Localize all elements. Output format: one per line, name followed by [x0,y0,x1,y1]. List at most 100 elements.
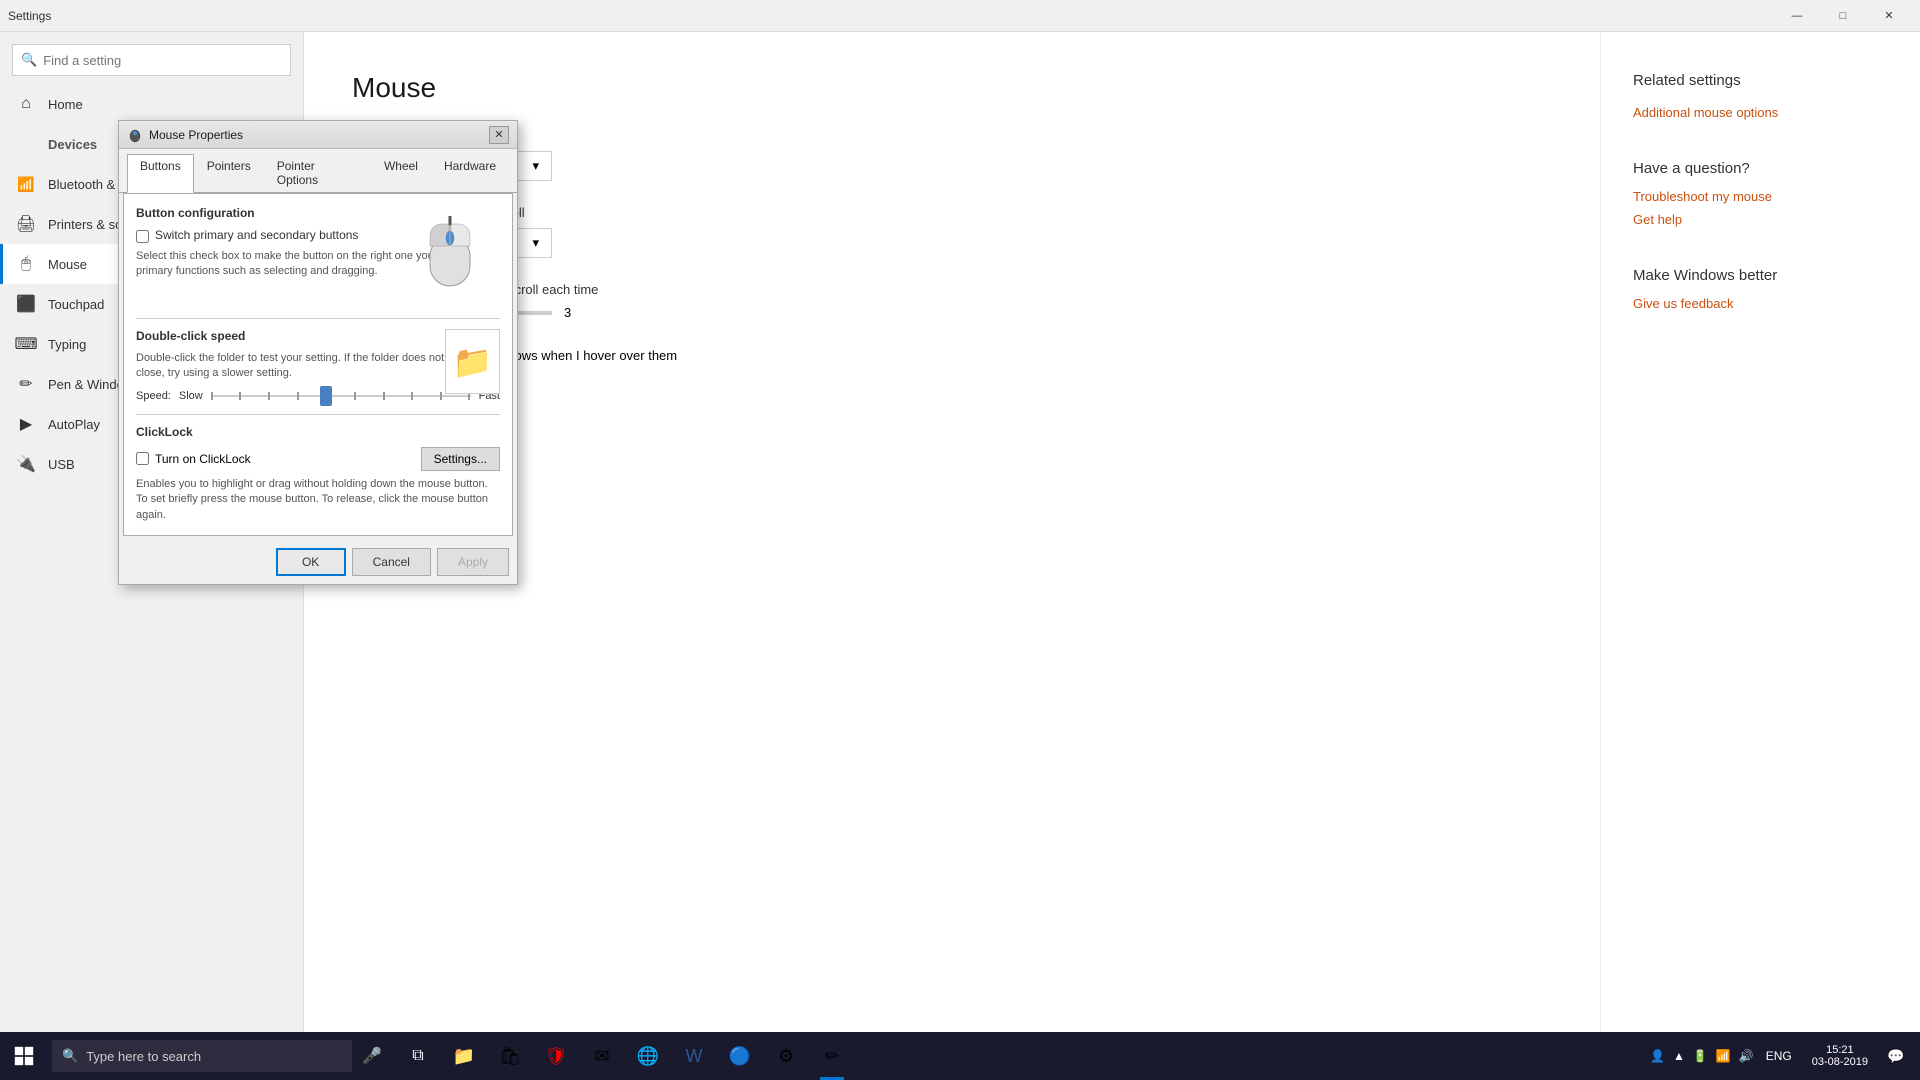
dialog-close-button[interactable]: ✕ [489,126,509,144]
sidebar-item-label: Typing [48,337,86,352]
folder-icon: 📁 [453,343,493,381]
battery-icon: 🔋 [1693,1049,1708,1063]
task-view-icon: ⧉ [412,1047,423,1065]
file-explorer-icon: 📁 [453,1046,475,1067]
stylus-button[interactable]: ✏ [810,1032,854,1080]
dialog-titlebar: Mouse Properties ✕ [119,121,517,149]
make-better-title: Make Windows better [1633,267,1888,284]
usb-icon: 🔌 [16,454,36,474]
bluetooth-icon: 📶 [16,174,36,194]
taskbar: 🔍 Type here to search 🎤 ⧉ 📁 🛍 🛡 ✉ 🌐 W 🔵 [0,1032,1920,1080]
clicklock-check: Turn on ClickLock [136,452,251,466]
dialog-title: Mouse Properties [149,128,489,142]
microphone-icon: 🎤 [362,1046,382,1066]
store-icon: 🛍 [499,1046,522,1067]
word-button[interactable]: W [672,1032,716,1080]
stylus-icon: ✏ [824,1046,839,1067]
tab-hardware[interactable]: Hardware [431,154,509,193]
file-explorer-button[interactable]: 📁 [442,1032,486,1080]
touchpad-icon: ⬛ [16,294,36,314]
microphone-button[interactable]: 🎤 [356,1040,388,1072]
close-button[interactable]: ✕ [1866,0,1912,32]
mail-icon: ✉ [594,1046,609,1067]
clock[interactable]: 15:21 03-08-2019 [1804,1044,1876,1068]
notification-center-button[interactable]: 💬 [1880,1032,1912,1080]
task-view-button[interactable]: ⧉ [396,1032,440,1080]
mouse-icon: 🖱 [16,254,36,274]
tab-buttons[interactable]: Buttons [127,154,194,193]
search-icon: 🔍 [21,52,37,68]
mouse-svg [420,216,480,296]
tab-pointers[interactable]: Pointers [194,154,264,193]
scroll-lines-section: Choose how many lines to scroll each tim… [352,282,1552,320]
start-button[interactable] [0,1032,48,1080]
mail-button[interactable]: ✉ [580,1032,624,1080]
minimize-button[interactable]: — [1774,0,1820,32]
sidebar-item-label: Mouse [48,257,87,272]
maximize-button[interactable]: □ [1820,0,1866,32]
switch-buttons-checkbox[interactable] [136,230,149,243]
feedback-link[interactable]: Give us feedback [1633,296,1888,311]
have-question-title: Have a question? [1633,160,1888,177]
apply-button[interactable]: Apply [437,548,509,576]
divider-1 [136,318,500,319]
store-button[interactable]: 🛍 [488,1032,532,1080]
language-indicator: ENG [1766,1049,1792,1063]
volume-icon: 🔊 [1739,1049,1754,1063]
chevron-down-icon: ▾ [532,235,539,251]
scroll-label: Roll the mouse wheel to scroll [352,205,1552,220]
clicklock-settings-button[interactable]: Settings... [421,447,500,471]
button-config-section: Button configuration Switch primary and … [136,206,500,306]
primary-button-row: Left ▾ [352,151,1552,181]
pen-icon: ✏ [16,374,36,394]
settings-button[interactable]: ⚙ [764,1032,808,1080]
speed-thumb[interactable] [320,386,332,406]
additional-options-link[interactable]: Additional mouse options [1633,105,1888,120]
network-icon: 📶 [1716,1049,1731,1063]
window-title: Settings [8,9,1774,23]
inactive-scroll-row: Scroll inactive windows when I hover ove… [352,344,1552,366]
scroll-lines-value: 3 [564,305,571,320]
sidebar-search[interactable]: 🔍 [12,44,291,76]
troubleshoot-link[interactable]: Troubleshoot my mouse [1633,189,1888,204]
clicklock-label: Turn on ClickLock [155,452,251,466]
mcafee-button[interactable]: 🛡 [534,1032,578,1080]
search-input[interactable] [43,53,282,68]
speed-ticks [211,392,471,400]
divider-2 [136,414,500,415]
dialog-buttons: OK Cancel Apply [119,540,517,584]
sidebar-item-home[interactable]: ⌂ Home [0,84,303,124]
taskbar-right: 👤 ▲ 🔋 📶 🔊 ENG 15:21 03-08-2019 💬 [1650,1032,1920,1080]
autoplay-icon: ▶ [16,414,36,434]
clicklock-checkbox[interactable] [136,452,149,465]
switch-buttons-label: Switch primary and secondary buttons [155,228,358,242]
mouse-illustration [420,216,480,296]
tab-wheel[interactable]: Wheel [371,154,431,193]
cancel-button[interactable]: Cancel [352,548,431,576]
edge-button[interactable]: 🌐 [626,1032,670,1080]
chrome-button[interactable]: 🔵 [718,1032,762,1080]
have-question-section: Have a question? Troubleshoot my mouse G… [1633,160,1888,227]
clock-date: 03-08-2019 [1812,1056,1868,1068]
word-icon: W [686,1046,703,1067]
sidebar-item-label: AutoPlay [48,417,100,432]
clicklock-row: Turn on ClickLock Settings... [136,447,500,471]
get-help-link[interactable]: Get help [1633,212,1888,227]
related-settings-title: Related settings [1633,72,1888,89]
expand-tray-button[interactable]: ▲ [1673,1049,1685,1063]
taskbar-search-text: Type here to search [86,1049,201,1064]
people-icon[interactable]: 👤 [1650,1049,1665,1063]
ok-button[interactable]: OK [276,548,346,576]
primary-button-section: Select your primary button Left ▾ [352,128,1552,181]
tab-pointer-options[interactable]: Pointer Options [264,154,371,193]
taskbar-search[interactable]: 🔍 Type here to search [52,1040,352,1072]
notification-icon: 💬 [1887,1048,1904,1065]
taskbar-apps: ⧉ 📁 🛍 🛡 ✉ 🌐 W 🔵 ⚙ ✏ [396,1032,854,1080]
slow-label: Slow [179,390,203,402]
dialog-mouse-icon [127,127,143,143]
printers-icon: 🖨 [16,214,36,234]
scroll-lines-label: Choose how many lines to scroll each tim… [352,282,1552,297]
folder-preview[interactable]: 📁 [445,329,500,394]
clicklock-title: ClickLock [136,425,500,439]
chevron-down-icon: ▾ [532,158,539,174]
